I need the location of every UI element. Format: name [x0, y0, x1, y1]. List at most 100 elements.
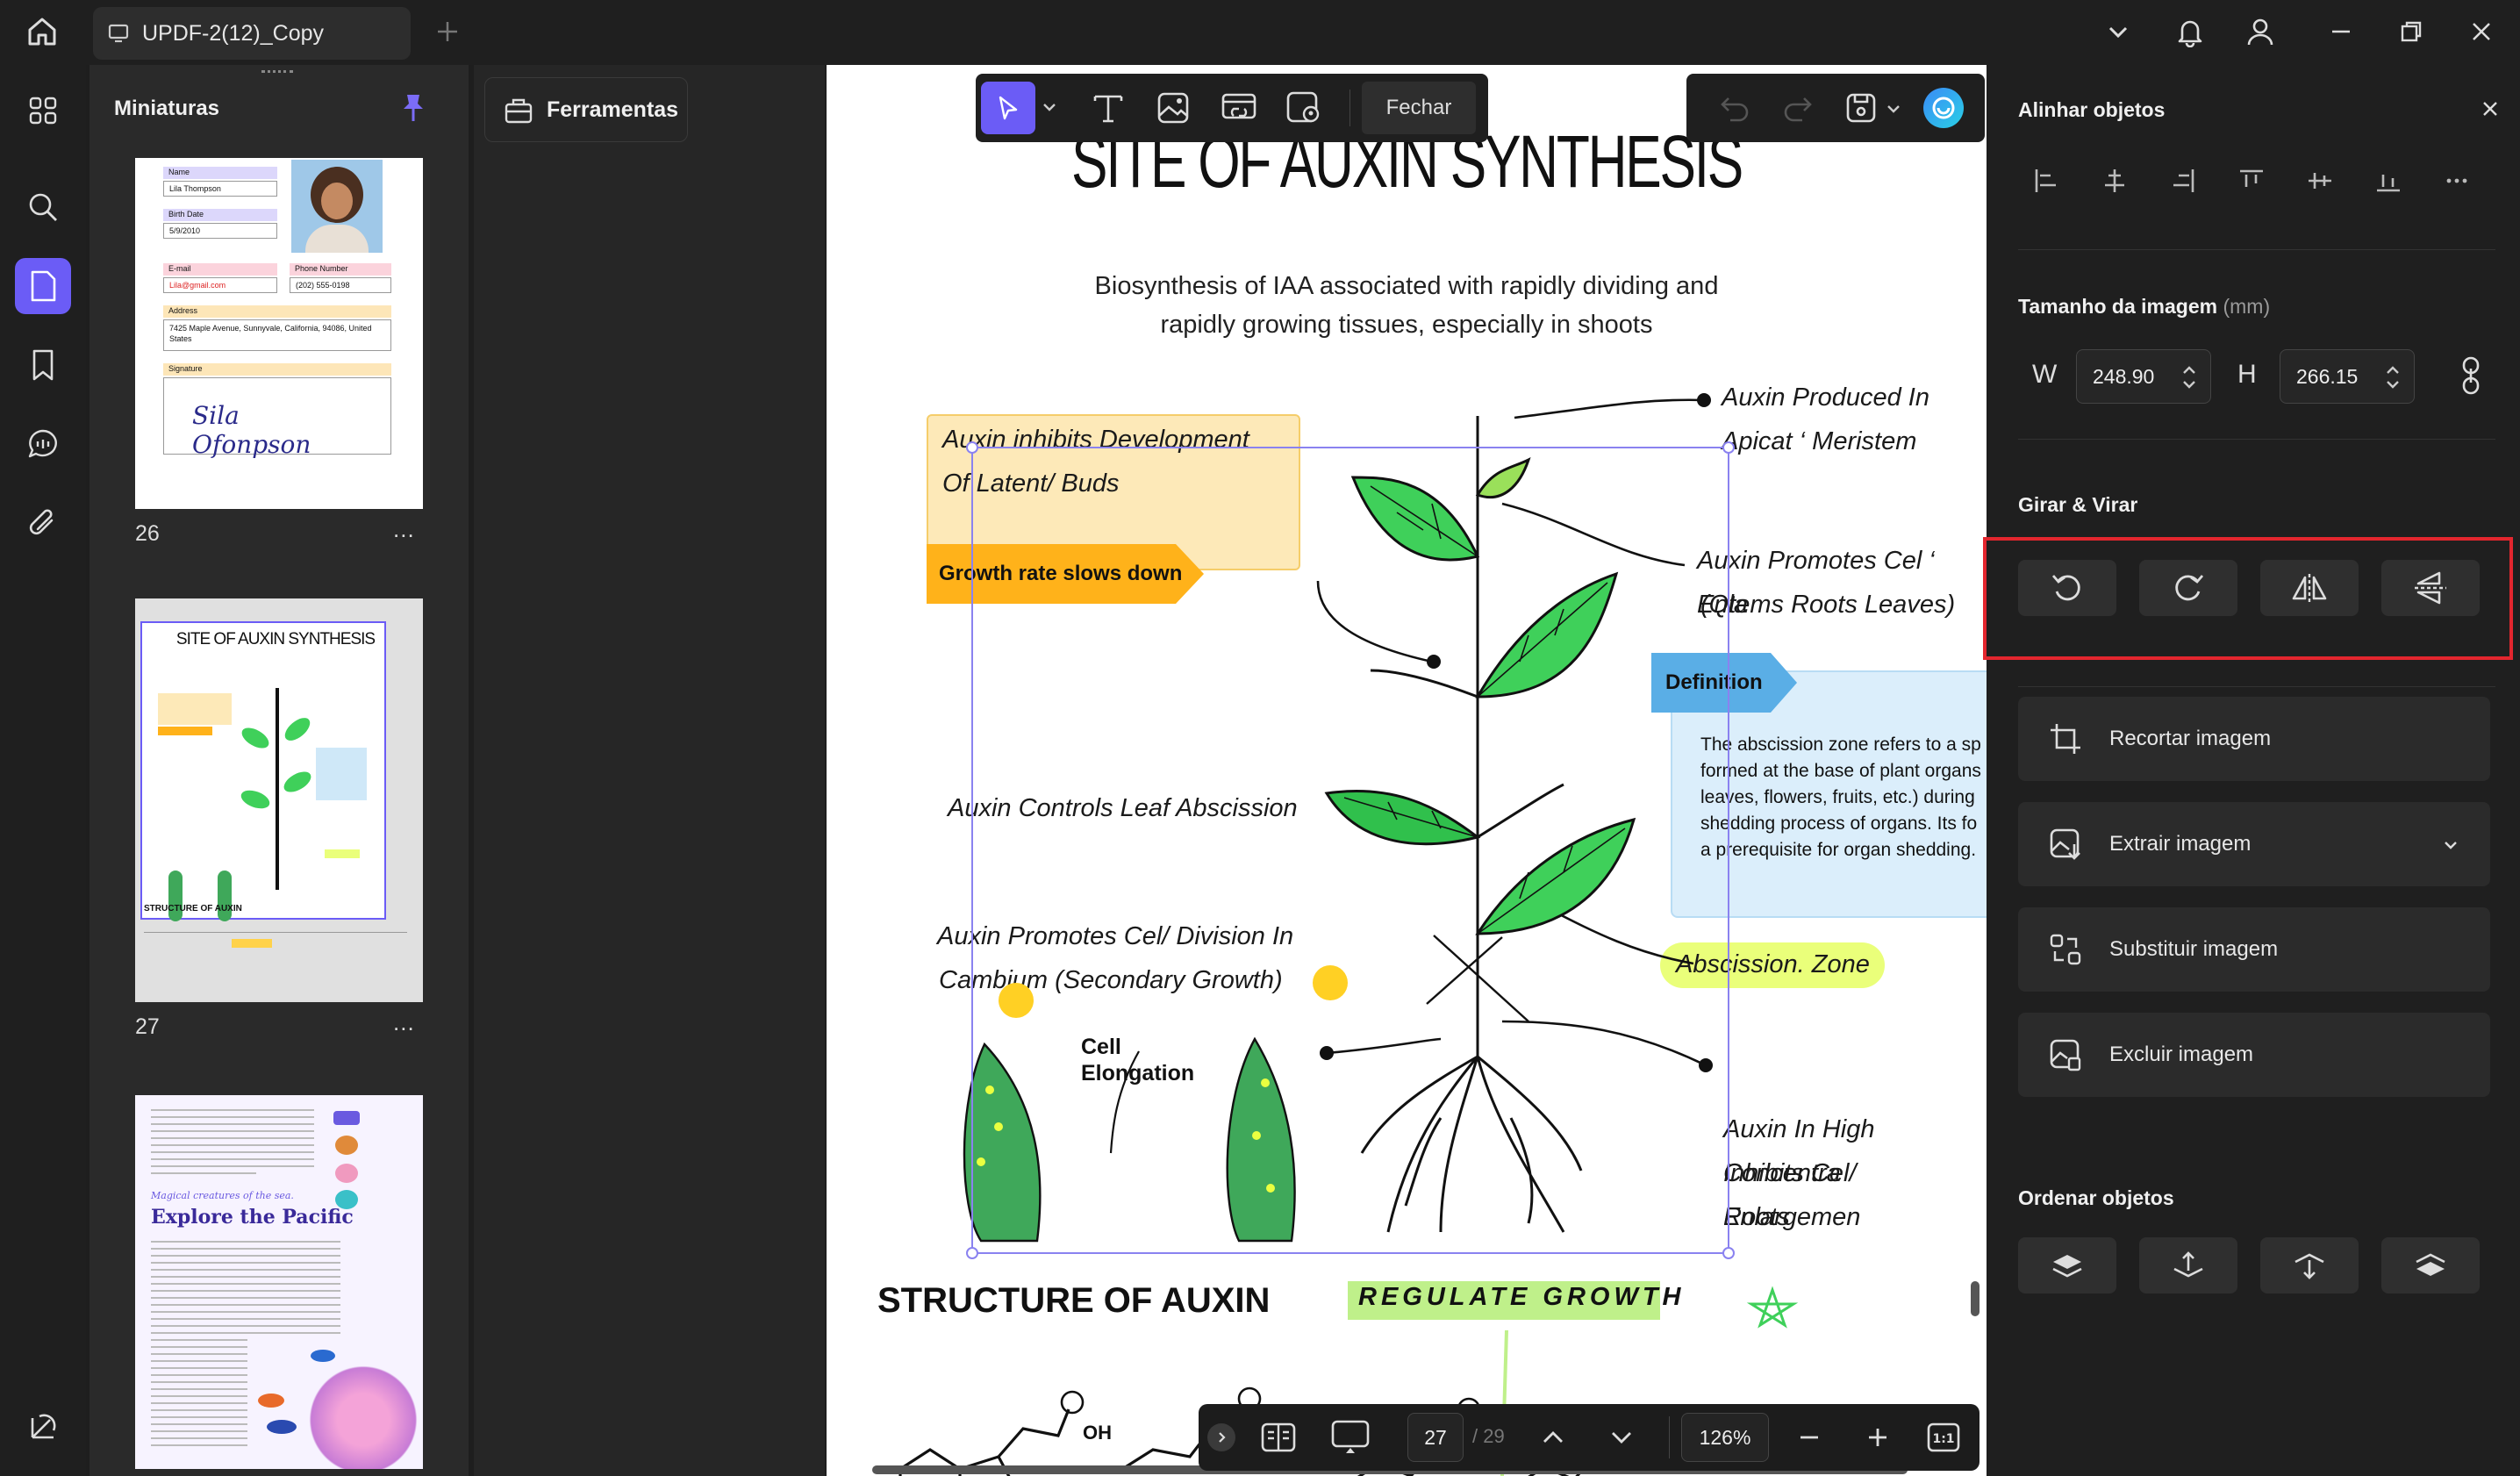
- thumb-signature-label: Signature: [163, 363, 391, 376]
- collapse-toolbar-chevron-icon[interactable]: [1207, 1423, 1235, 1451]
- extract-image-button[interactable]: Extrair imagem: [2018, 802, 2490, 886]
- thumb-28-subtitle: Magical creatures of the sea.: [151, 1190, 294, 1201]
- bring-to-front-button[interactable]: [2018, 1237, 2116, 1293]
- align-bottom-icon[interactable]: [2367, 160, 2409, 202]
- toolbox-icon: [505, 98, 533, 124]
- bring-forward-icon: [2173, 1251, 2203, 1278]
- add-link-icon[interactable]: [1220, 90, 1258, 126]
- actual-size-icon[interactable]: 1:1: [1925, 1420, 1962, 1455]
- replace-image-label: Substituir imagem: [2109, 937, 2279, 961]
- presentation-icon[interactable]: [1330, 1418, 1371, 1457]
- organize-grid-icon[interactable]: [15, 82, 71, 139]
- thumb-27-title: SITE OF AUXIN SYNTHESIS: [175, 630, 376, 648]
- rotate-flip-title: Girar & Virar: [2018, 493, 2138, 516]
- flip-vertical-button[interactable]: [2381, 560, 2480, 616]
- thumbnail-page-28[interactable]: Magical creatures of the sea. Explore th…: [135, 1095, 423, 1469]
- edit-toolbar: Fechar: [976, 74, 1488, 142]
- redo-icon[interactable]: [1781, 91, 1815, 125]
- ai-assistant-icon[interactable]: [1923, 88, 1964, 128]
- close-edit-button[interactable]: Fechar: [1362, 82, 1476, 134]
- replace-image-icon: [2050, 934, 2081, 965]
- close-window-icon[interactable]: [2462, 12, 2501, 51]
- bring-to-front-icon: [2052, 1255, 2082, 1278]
- align-middle-vertical-icon[interactable]: [2299, 160, 2341, 202]
- align-left-icon[interactable]: [2025, 160, 2067, 202]
- align-center-horizontal-icon[interactable]: [2094, 160, 2136, 202]
- send-to-back-icon: [2416, 1253, 2445, 1276]
- height-label: H: [2237, 360, 2257, 389]
- vertical-scrollbar-thumb[interactable]: [1971, 1281, 1979, 1316]
- bookmark-icon[interactable]: [15, 337, 71, 393]
- minimize-icon[interactable]: [2322, 12, 2360, 51]
- width-value: 248.90: [2093, 364, 2155, 388]
- attachment-icon[interactable]: [15, 495, 71, 551]
- flip-horizontal-button[interactable]: [2260, 560, 2359, 616]
- add-location-icon[interactable]: [1285, 90, 1323, 126]
- chevron-down-icon[interactable]: [2099, 12, 2137, 51]
- align-top-icon[interactable]: [2230, 160, 2273, 202]
- order-objects-title: Ordenar objetos: [2018, 1186, 2174, 1209]
- page-27-more-button[interactable]: ...: [393, 1009, 415, 1036]
- width-input[interactable]: 248.90: [2076, 349, 2211, 404]
- zoom-in-icon[interactable]: [1860, 1420, 1895, 1455]
- add-text-icon[interactable]: [1090, 90, 1127, 126]
- select-cursor-button[interactable]: [981, 82, 1035, 134]
- previous-page-icon[interactable]: [1536, 1420, 1571, 1455]
- extract-image-icon: [2050, 828, 2080, 860]
- delete-image-button[interactable]: Excluir imagem: [2018, 1013, 2490, 1097]
- user-account-icon[interactable]: [2241, 12, 2280, 51]
- flip-vertical-icon: [2415, 571, 2446, 605]
- add-image-icon[interactable]: [1155, 90, 1192, 126]
- rotate-right-button[interactable]: [2139, 560, 2237, 616]
- structure-title[interactable]: STRUCTURE OF AUXIN: [877, 1281, 1270, 1321]
- thumb-name-value: Lila Thompson: [163, 181, 277, 197]
- title-bar: UPDF-2(12)_Copy: [0, 0, 2520, 65]
- comment-icon[interactable]: [15, 416, 71, 472]
- home-icon[interactable]: [23, 12, 61, 51]
- send-to-back-button[interactable]: [2381, 1237, 2480, 1293]
- rotate-left-button[interactable]: [2018, 560, 2116, 616]
- replace-image-button[interactable]: Substituir imagem: [2018, 907, 2490, 992]
- page-26-more-button[interactable]: ...: [393, 516, 415, 543]
- reading-mode-icon[interactable]: [1260, 1420, 1297, 1455]
- crop-image-button[interactable]: Recortar imagem: [2018, 697, 2490, 781]
- align-right-icon[interactable]: [2162, 160, 2204, 202]
- close-panel-icon[interactable]: [2469, 88, 2511, 130]
- align-objects-title: Alinhar objetos: [2018, 98, 2166, 121]
- flip-horizontal-icon: [2292, 574, 2327, 602]
- width-stepper-icon[interactable]: [2180, 362, 2198, 392]
- send-backward-button[interactable]: [2260, 1237, 2359, 1293]
- layers-icon[interactable]: [15, 1399, 71, 1455]
- regulate-growth-text[interactable]: REGULATE GROWTH: [1358, 1283, 1686, 1312]
- zoom-out-icon[interactable]: [1792, 1420, 1827, 1455]
- new-tab-plus-icon[interactable]: [428, 12, 467, 51]
- save-options-chevron-icon[interactable]: [1885, 100, 1902, 118]
- image-size-title: Tamanho da imagem (mm): [2018, 295, 2270, 319]
- lock-aspect-ratio-icon[interactable]: [2450, 355, 2492, 397]
- tools-button[interactable]: Ferramentas: [484, 77, 688, 142]
- document-tab[interactable]: UPDF-2(12)_Copy: [93, 7, 411, 60]
- pin-icon[interactable]: [398, 91, 428, 125]
- height-stepper-icon[interactable]: [2384, 362, 2402, 392]
- more-align-icon[interactable]: [2436, 160, 2478, 202]
- next-page-icon[interactable]: [1604, 1420, 1639, 1455]
- save-icon[interactable]: [1843, 90, 1879, 126]
- page-number-input[interactable]: 27: [1407, 1413, 1464, 1462]
- restore-window-icon[interactable]: [2392, 12, 2431, 51]
- plant-illustration[interactable]: [827, 65, 1987, 1476]
- thumbnail-page-26[interactable]: Name Lila Thompson Birth Date 5/9/2010 E…: [135, 158, 423, 509]
- height-input[interactable]: 266.15: [2280, 349, 2415, 404]
- thumbnail-page-27[interactable]: SITE OF AUXIN SYNTHESIS STRUCTURE OF AUX…: [135, 598, 423, 1002]
- search-icon[interactable]: [15, 179, 71, 235]
- select-mode-chevron-icon[interactable]: [1041, 98, 1058, 116]
- thumb-profile-photo: [291, 160, 383, 253]
- extract-options-chevron-icon[interactable]: [2441, 835, 2460, 855]
- zoom-level[interactable]: 126%: [1681, 1413, 1769, 1462]
- chem-oh-label[interactable]: OH: [1083, 1422, 1112, 1444]
- undo-icon[interactable]: [1718, 91, 1751, 125]
- bell-icon[interactable]: [2171, 12, 2209, 51]
- document-canvas[interactable]: SITE OF AUXIN SYNTHESIS Biosynthesis of …: [827, 65, 1987, 1476]
- panel-resize-handle[interactable]: [261, 70, 293, 74]
- bring-forward-button[interactable]: [2139, 1237, 2237, 1293]
- edit-pdf-icon[interactable]: [15, 258, 71, 314]
